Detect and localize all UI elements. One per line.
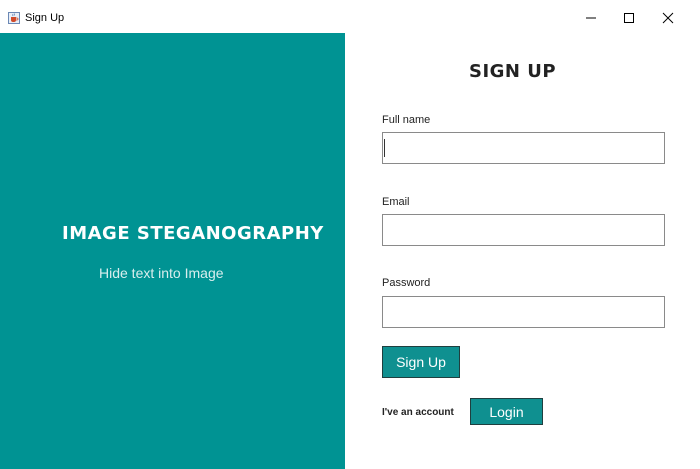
java-cup-icon [8, 11, 20, 24]
window-title: Sign Up [25, 12, 65, 24]
brand-subtitle: Hide text into Image [99, 265, 224, 281]
minimize-button[interactable] [579, 8, 603, 28]
maximize-button[interactable] [617, 8, 641, 28]
account-prompt: I've an account [382, 407, 454, 418]
email-label: Email [382, 196, 410, 208]
password-field[interactable] [382, 296, 665, 328]
full-name-field[interactable] [382, 132, 665, 164]
close-button[interactable] [656, 8, 680, 28]
full-name-label: Full name [382, 114, 431, 126]
password-label: Password [382, 277, 431, 289]
brand-panel [0, 33, 345, 469]
maximize-icon [624, 13, 634, 23]
text-caret [384, 139, 385, 157]
close-icon [662, 12, 674, 24]
title-bar: Sign Up [0, 0, 700, 33]
email-field[interactable] [382, 214, 665, 246]
brand-title: IMAGE STEGANOGRAPHY [62, 223, 324, 244]
form-title: SIGN UP [469, 61, 557, 82]
signup-window: Sign Up IMAGE STEGANOGRAPHY Hide text in… [0, 0, 700, 469]
minimize-icon [586, 17, 596, 19]
sign-up-button[interactable]: Sign Up [382, 346, 460, 378]
login-button[interactable]: Login [470, 398, 543, 425]
